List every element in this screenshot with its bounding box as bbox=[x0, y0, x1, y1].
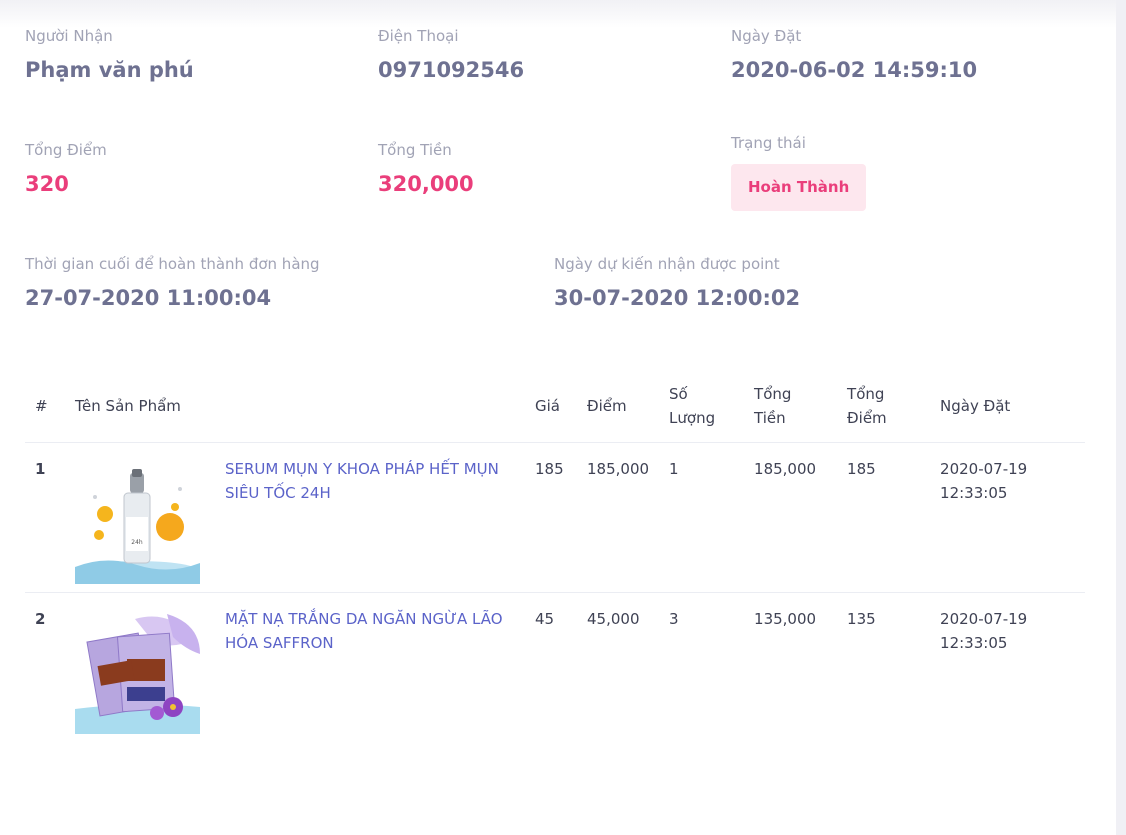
total-points-field: Tổng Điểm 320 bbox=[25, 141, 107, 196]
row-price: 45 bbox=[525, 591, 577, 742]
product-name-link[interactable]: SERUM MỤN Y KHOA PHÁP HẾT MỤN SIÊU TỐC 2… bbox=[215, 441, 525, 592]
product-image-cell bbox=[65, 591, 215, 742]
status-field: Trạng thái Hoàn Thành bbox=[731, 134, 867, 211]
deadline-field: Thời gian cuối để hoàn thành đơn hàng 27… bbox=[25, 255, 320, 310]
svg-text:24h: 24h bbox=[131, 539, 143, 546]
total-points-label: Tổng Điểm bbox=[25, 141, 107, 159]
table-row: 1 24h SERUM MỤN Y KHOA PHÁP HẾT MỤN SIÊU… bbox=[25, 441, 1085, 592]
col-product: Tên Sản Phẩm bbox=[75, 396, 181, 415]
row-points: 45,000 bbox=[577, 591, 660, 742]
row-date: 2020-07-19 12:33:05 bbox=[930, 591, 1085, 742]
col-price: Giá bbox=[535, 396, 560, 415]
recipient-label: Người Nhận bbox=[25, 27, 113, 45]
total-amount-value: 320,000 bbox=[378, 172, 474, 196]
total-amount-label: Tổng Tiền bbox=[378, 141, 452, 159]
deadline-value: 27-07-2020 11:00:04 bbox=[25, 286, 272, 310]
recipient-value: Phạm văn phú bbox=[25, 58, 194, 82]
row-total-amount: 185,000 bbox=[744, 441, 838, 592]
expected-point-date-value: 30-07-2020 12:00:02 bbox=[554, 286, 801, 310]
saffron-mask-product-image[interactable] bbox=[75, 608, 200, 734]
deadline-label: Thời gian cuối để hoàn thành đơn hàng bbox=[25, 255, 320, 273]
status-label: Trạng thái bbox=[731, 134, 806, 152]
phone-label: Điện Thoại bbox=[378, 27, 459, 45]
col-quantity: Số Lượng bbox=[669, 384, 716, 427]
row-quantity: 1 bbox=[659, 441, 745, 592]
col-points: Điểm bbox=[587, 396, 627, 415]
col-date: Ngày Đặt bbox=[940, 396, 1011, 415]
row-price: 185 bbox=[525, 441, 577, 592]
product-image-cell: 24h bbox=[65, 441, 215, 592]
row-total-amount: 135,000 bbox=[744, 591, 838, 742]
total-amount-field: Tổng Tiền 320,000 bbox=[378, 141, 474, 196]
row-index: 1 bbox=[25, 441, 65, 592]
expected-point-date-field: Ngày dự kiến nhận được point 30-07-2020 … bbox=[554, 255, 800, 310]
row-total-points: 185 bbox=[837, 441, 931, 592]
order-date-value: 2020-06-02 14:59:10 bbox=[731, 58, 978, 82]
col-product-name bbox=[215, 370, 525, 442]
col-total-amount: Tổng Tiền bbox=[754, 384, 792, 427]
row-points: 185,000 bbox=[577, 441, 660, 592]
row-quantity: 3 bbox=[659, 591, 745, 742]
recipient-field: Người Nhận Phạm văn phú bbox=[25, 27, 194, 82]
order-items-table: # Tên Sản Phẩm Giá Điểm Số Lượng Tổng Ti… bbox=[25, 370, 1085, 742]
row-date: 2020-07-19 12:33:05 bbox=[930, 441, 1085, 592]
table-row: 2 MẶT NẠ TRẮNG DA NGĂN NGỪA LÃO HÓA SAFF… bbox=[25, 591, 1085, 742]
phone-value: 0971092546 bbox=[378, 58, 525, 82]
serum-bottle-product-image[interactable]: 24h bbox=[75, 458, 200, 584]
table-header-row: # Tên Sản Phẩm Giá Điểm Số Lượng Tổng Ti… bbox=[25, 370, 1085, 442]
order-date-field: Ngày Đặt 2020-06-02 14:59:10 bbox=[731, 27, 977, 82]
scrollbar-track[interactable] bbox=[1116, 0, 1126, 835]
row-total-points: 135 bbox=[837, 591, 931, 742]
total-points-value: 320 bbox=[25, 172, 69, 196]
phone-field: Điện Thoại 0971092546 bbox=[378, 27, 524, 82]
col-index: # bbox=[35, 396, 48, 415]
expected-point-date-label: Ngày dự kiến nhận được point bbox=[554, 255, 780, 273]
top-shadow bbox=[0, 0, 1116, 28]
order-date-label: Ngày Đặt bbox=[731, 27, 802, 45]
status-badge: Hoàn Thành bbox=[731, 164, 867, 211]
product-name-link[interactable]: MẶT NẠ TRẮNG DA NGĂN NGỪA LÃO HÓA SAFFRO… bbox=[215, 591, 525, 742]
col-total-points: Tổng Điểm bbox=[847, 384, 887, 427]
row-index: 2 bbox=[25, 591, 65, 742]
